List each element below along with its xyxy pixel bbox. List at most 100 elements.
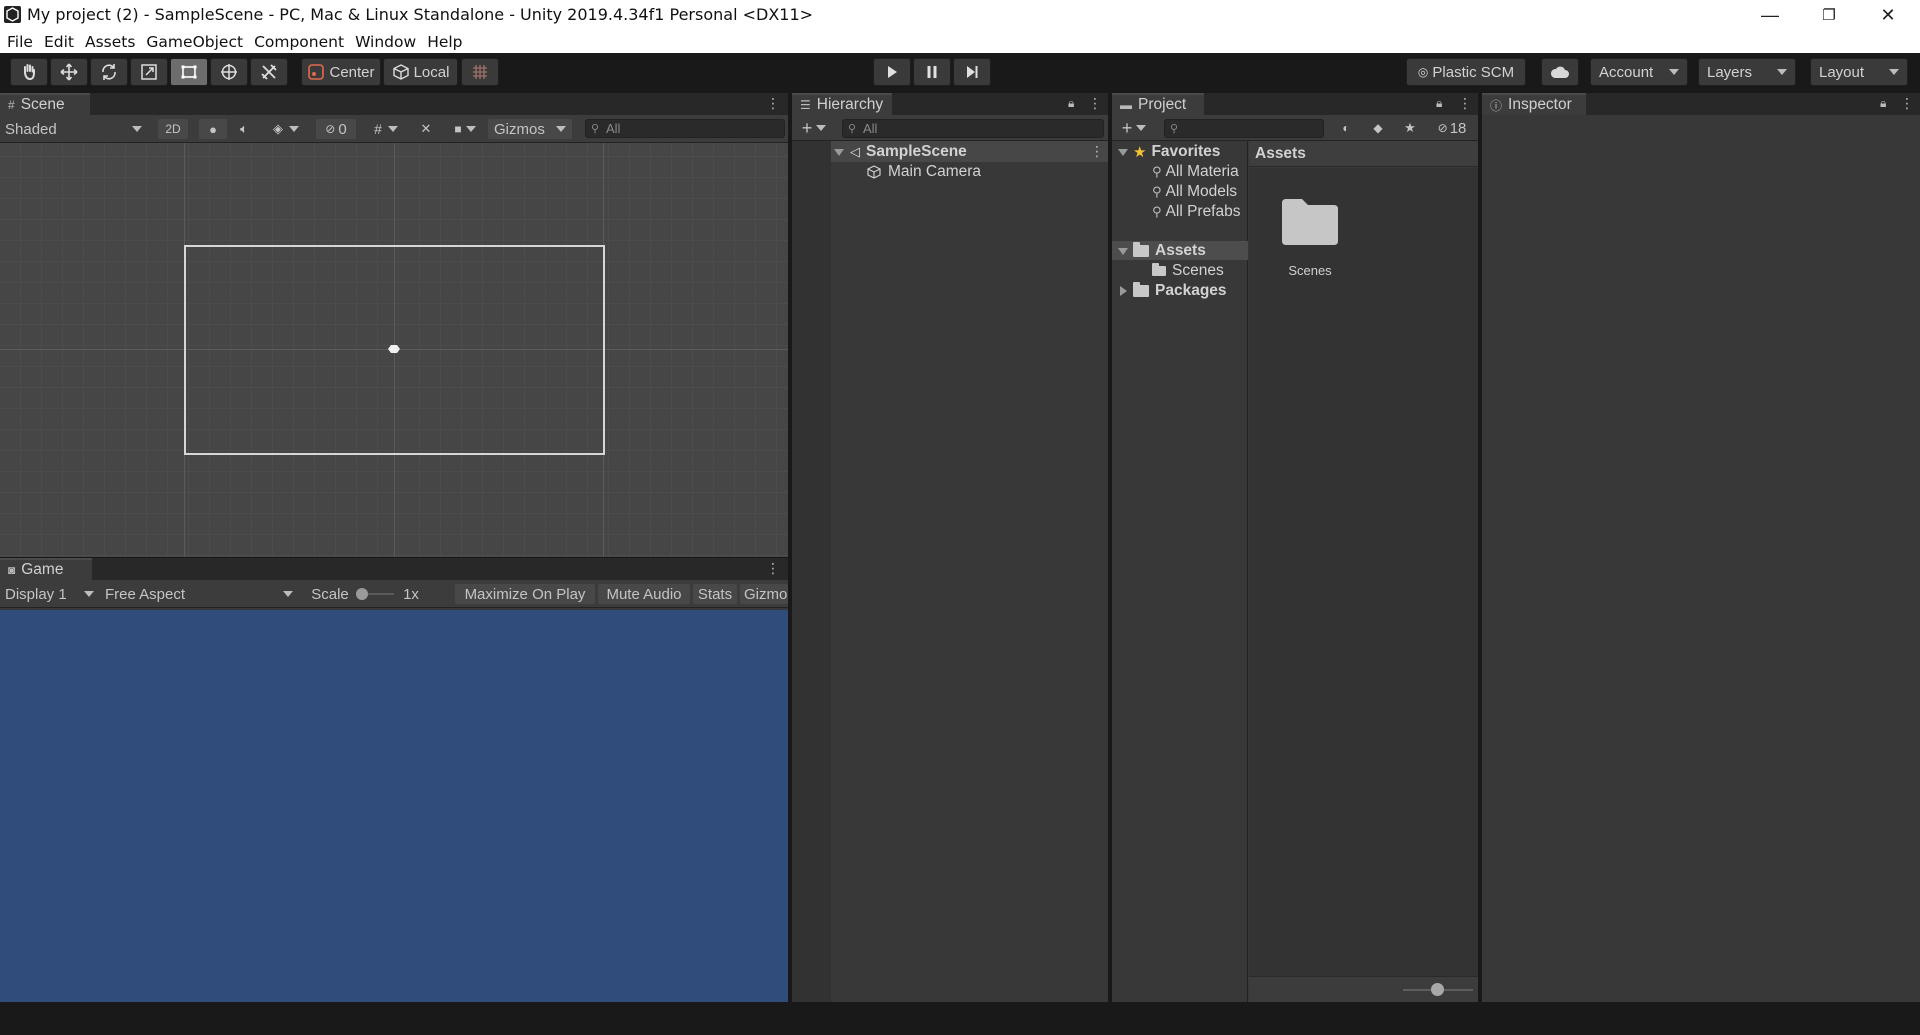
hidden-packages-count: 18 <box>1449 119 1467 137</box>
close-button[interactable]: ✕ <box>1859 0 1917 30</box>
favorites-item[interactable]: ★ Favorites <box>1118 142 1220 162</box>
hierarchy-search-input[interactable]: All <box>842 119 1104 138</box>
breadcrumb-assets[interactable]: Assets <box>1255 145 1306 163</box>
kebab-menu-icon[interactable]: ⋮ <box>1088 95 1102 112</box>
search-by-type-button[interactable]: ◐ <box>1334 118 1358 138</box>
play-button[interactable] <box>873 58 911 86</box>
scene-options-icon[interactable]: ⋮ <box>1090 143 1104 160</box>
local-cube-icon <box>392 64 409 80</box>
menu-gameobject[interactable]: GameObject <box>146 33 243 51</box>
create-dropdown[interactable]: + <box>796 118 832 138</box>
pivot-space-button[interactable]: Local <box>383 58 458 86</box>
draw-mode-dropdown[interactable]: Shaded <box>2 119 148 139</box>
menu-file[interactable]: File <box>7 33 33 51</box>
rect-tool-button[interactable] <box>170 58 208 86</box>
scenes-tile-label: Scenes <box>1288 263 1332 278</box>
kebab-menu-icon[interactable]: ⋮ <box>766 95 780 112</box>
lock-icon[interactable]: 🔒︎ <box>1068 96 1074 111</box>
custom-tool-button[interactable] <box>250 58 288 86</box>
scene-name: SampleScene <box>866 143 967 160</box>
grid-visibility-dropdown[interactable]: # <box>362 119 410 139</box>
hidden-packages-toggle[interactable]: ⊘ 18 <box>1430 118 1474 138</box>
toggle-2d-button[interactable]: 2D <box>158 119 188 139</box>
audio-toggle[interactable]: 🔈︎ <box>230 119 258 139</box>
kebab-menu-icon[interactable]: ⋮ <box>1900 95 1914 112</box>
step-button[interactable] <box>953 58 991 86</box>
aspect-dropdown[interactable]: Free Aspect <box>101 584 297 604</box>
menu-assets[interactable]: Assets <box>85 33 135 51</box>
account-dropdown[interactable]: Account <box>1590 58 1688 86</box>
game-gizmos-toggle[interactable]: Gizmo <box>740 584 788 604</box>
gizmos-dropdown[interactable]: Gizmos <box>488 119 572 139</box>
scale-tool-button[interactable] <box>130 58 168 86</box>
create-asset-dropdown[interactable]: + <box>1116 118 1152 138</box>
chevron-down-icon <box>816 125 827 131</box>
hand-tool-button[interactable] <box>10 58 48 86</box>
tab-game[interactable]: ◙ Game <box>0 558 92 580</box>
maximize-button[interactable]: ❐ <box>1800 0 1858 30</box>
camera-gizmo-icon[interactable] <box>386 342 402 360</box>
menu-window[interactable]: Window <box>355 33 416 51</box>
tab-hierarchy[interactable]: ☰ Hierarchy <box>792 93 892 115</box>
scale-slider-thumb[interactable] <box>356 588 368 600</box>
pivot-icon <box>308 64 325 80</box>
game-viewport[interactable] <box>0 610 788 1002</box>
grid-snap-button[interactable] <box>461 58 499 86</box>
expand-arrow-icon <box>1118 247 1128 255</box>
icon-size-slider-thumb[interactable] <box>1431 983 1444 996</box>
minimize-button[interactable]: — <box>1741 0 1799 30</box>
hidden-objects-toggle[interactable]: ⊘ 0 <box>316 119 356 139</box>
packages-folder-item[interactable]: Packages <box>1118 281 1227 301</box>
transform-tool-button[interactable] <box>210 58 248 86</box>
maximize-on-play-toggle[interactable]: Maximize On Play <box>455 584 595 604</box>
menu-component[interactable]: Component <box>254 33 344 51</box>
scenes-folder-tile[interactable] <box>1280 197 1340 247</box>
plastic-scm-button[interactable]: ◎ Plastic SCM <box>1406 58 1526 86</box>
scene-viewport[interactable] <box>0 143 788 557</box>
tab-project[interactable]: ▬ Project <box>1112 93 1204 115</box>
scene-toolbar: Shaded 2D ● 🔈︎ ◈ ⊘ 0 # ✕ ■ Gizmos All ⚲ <box>0 115 788 143</box>
lock-icon[interactable]: 🔒︎ <box>1880 96 1886 111</box>
tab-inspector[interactable]: ⓘ Inspector <box>1482 93 1586 115</box>
layout-dropdown[interactable]: Layout <box>1810 58 1908 86</box>
lighting-toggle[interactable]: ● <box>199 119 227 139</box>
pivot-center-button[interactable]: Center <box>301 58 381 86</box>
layers-dropdown[interactable]: Layers <box>1698 58 1796 86</box>
grid-snap-icon <box>473 65 487 79</box>
favorites-button[interactable]: ★ <box>1398 118 1422 138</box>
component-tools-button[interactable]: ✕ <box>414 119 438 139</box>
project-search-input[interactable] <box>1164 119 1324 138</box>
stats-toggle[interactable]: Stats <box>693 584 737 604</box>
chevron-down-icon <box>1889 69 1899 75</box>
favorite-all-models[interactable]: ⚲ All Models <box>1152 182 1248 202</box>
eye-slash-icon: ⊘ <box>1437 121 1448 135</box>
mute-audio-toggle[interactable]: Mute Audio <box>598 584 690 604</box>
search-by-label-button[interactable]: ◆ <box>1366 118 1390 138</box>
camera-dropdown[interactable]: ■ <box>445 119 485 139</box>
favorite-all-prefabs[interactable]: ⚲ All Prefabs <box>1152 202 1248 222</box>
favorite-all-materials[interactable]: ⚲ All Materia <box>1152 162 1248 182</box>
rotate-tool-button[interactable] <box>90 58 128 86</box>
cloud-button[interactable] <box>1541 58 1579 86</box>
hierarchy-tab-label: Hierarchy <box>816 96 884 113</box>
menu-bar: File Edit Assets GameObject Component Wi… <box>0 30 1920 53</box>
display-dropdown[interactable]: Display 1 <box>2 584 97 604</box>
hierarchy-item-main-camera[interactable]: Main Camera <box>866 162 981 182</box>
scene-search-input[interactable]: All <box>585 119 785 138</box>
unity-logo-icon <box>4 6 21 23</box>
kebab-menu-icon[interactable]: ⋮ <box>1458 95 1472 112</box>
packages-label: Packages <box>1155 282 1227 299</box>
menu-edit[interactable]: Edit <box>44 33 74 51</box>
chevron-down-icon <box>289 126 299 132</box>
pause-button[interactable] <box>913 58 951 86</box>
hand-icon <box>24 64 35 81</box>
kebab-menu-icon[interactable]: ⋮ <box>766 560 780 577</box>
move-tool-button[interactable] <box>50 58 88 86</box>
effects-dropdown[interactable]: ◈ <box>262 119 310 139</box>
lock-icon[interactable]: 🔒︎ <box>1436 96 1442 111</box>
tab-scene[interactable]: # Scene <box>0 93 90 115</box>
assets-folder-item[interactable]: Assets <box>1118 241 1206 261</box>
scene-root-item[interactable]: ◁ SampleScene <box>834 142 967 162</box>
scenes-folder-item[interactable]: Scenes <box>1152 261 1224 281</box>
menu-help[interactable]: Help <box>427 33 462 51</box>
